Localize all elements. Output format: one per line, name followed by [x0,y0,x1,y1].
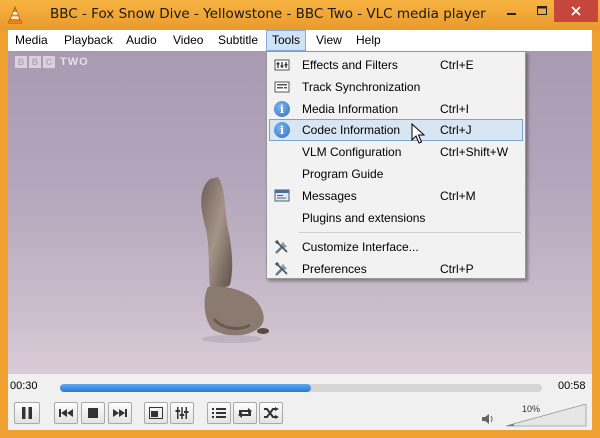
loop-icon [238,408,252,418]
speaker-icon [482,414,493,424]
tools-icon [274,239,288,254]
fullscreen-icon [149,407,163,419]
menu-item-vlm-configuration[interactable]: VLM Configuration Ctrl+Shift+W [269,141,523,163]
menu-item-label: Codec Information [302,123,401,137]
menu-item-customize-interface[interactable]: Customize Interface... [269,236,523,258]
menu-item-shortcut: Ctrl+J [440,123,472,137]
vlc-window: BBC - Fox Snow Dive - Yellowstone - BBC … [0,0,600,438]
bbc-two-logo: B B C TWO [15,56,89,68]
next-button[interactable] [108,402,132,424]
equalizer-icon [274,59,290,71]
menu-item-label: Media Information [302,102,399,116]
vlc-cone-icon [7,6,23,24]
sync-icon [274,81,290,93]
menu-item-shortcut: Ctrl+M [440,189,476,203]
title-bar[interactable]: BBC - Fox Snow Dive - Yellowstone - BBC … [0,0,600,30]
menu-item-shortcut: Ctrl+Shift+W [440,145,509,159]
seek-bar-progress [60,384,311,392]
previous-button[interactable] [54,402,78,424]
menu-help[interactable]: Help [351,30,386,51]
volume-slider[interactable] [506,404,588,428]
stop-icon [88,408,98,418]
menu-item-codec-information[interactable]: i Codec Information Ctrl+J [269,119,523,141]
menu-item-shortcut: Ctrl+E [440,58,474,72]
minimize-button[interactable] [497,0,527,22]
close-button[interactable] [554,0,598,22]
playback-controls: 00:30 00:58 10% [8,374,592,430]
playlist-icon [212,408,226,418]
menu-separator [299,232,521,233]
tools-icon [274,261,288,276]
messages-icon [274,189,290,202]
menu-item-shortcut: Ctrl+I [440,102,470,116]
menu-audio[interactable]: Audio [121,30,162,51]
menu-view[interactable]: View [311,30,347,51]
menu-item-label: Track Synchronization [302,80,421,94]
menu-item-label: Program Guide [302,167,384,181]
volume-control[interactable]: 10% [482,404,588,428]
next-icon [113,409,127,417]
menu-item-plugins-and-extensions[interactable]: Plugins and extensions [269,207,523,229]
menu-item-label: Messages [302,189,357,203]
mouse-cursor-icon [411,123,425,144]
close-icon [571,6,581,16]
menu-tools[interactable]: Tools [266,30,307,51]
total-time: 00:58 [558,380,586,392]
menu-subtitle[interactable]: Subtitle [213,30,263,51]
maximize-icon [537,6,547,15]
bbc-channel-name: TWO [60,56,89,68]
seek-bar[interactable] [60,384,542,392]
menu-item-preferences[interactable]: Preferences Ctrl+P [269,258,523,280]
stop-button[interactable] [81,402,105,424]
menu-bar: Media Playback Audio Video Subtitle Tool… [8,30,592,51]
menu-playback[interactable]: Playback [59,30,118,51]
previous-icon [59,409,73,417]
maximize-button[interactable] [527,0,557,22]
info-icon: i [274,101,290,117]
minimize-icon [507,13,516,15]
menu-video[interactable]: Video [168,30,208,51]
menu-item-track-synchronization[interactable]: Track Synchronization [269,76,523,98]
bbc-logo-letter: C [43,56,55,68]
menu-item-program-guide[interactable]: Program Guide [269,163,523,185]
bbc-logo-letter: B [15,56,27,68]
extended-settings-button[interactable] [170,402,194,424]
menu-item-shortcut: Ctrl+P [440,262,474,276]
shuffle-button[interactable] [259,402,283,424]
loop-button[interactable] [233,402,257,424]
menu-item-messages[interactable]: Messages Ctrl+M [269,185,523,207]
info-icon: i [274,122,290,138]
pause-icon [22,407,32,419]
window-title: BBC - Fox Snow Dive - Yellowstone - BBC … [50,6,486,22]
menu-item-media-information[interactable]: i Media Information Ctrl+I [269,98,523,120]
menu-item-label: Plugins and extensions [302,211,426,225]
menu-item-label: Effects and Filters [302,58,398,72]
playlist-button[interactable] [207,402,231,424]
fox-in-snow-image [201,177,269,343]
shuffle-icon [264,407,279,419]
pause-button[interactable] [14,402,40,424]
menu-item-label: Preferences [302,262,367,276]
tools-menu-dropdown: Effects and Filters Ctrl+E Track Synchro… [266,51,526,279]
menu-media[interactable]: Media [10,30,53,51]
fullscreen-button[interactable] [144,402,168,424]
menu-item-label: VLM Configuration [302,145,402,159]
bbc-logo-letter: B [29,56,41,68]
elapsed-time: 00:30 [10,380,38,392]
menu-item-label: Customize Interface... [302,240,419,254]
equalizer-sliders-icon [175,407,189,419]
menu-item-effects-and-filters[interactable]: Effects and Filters Ctrl+E [269,54,523,76]
